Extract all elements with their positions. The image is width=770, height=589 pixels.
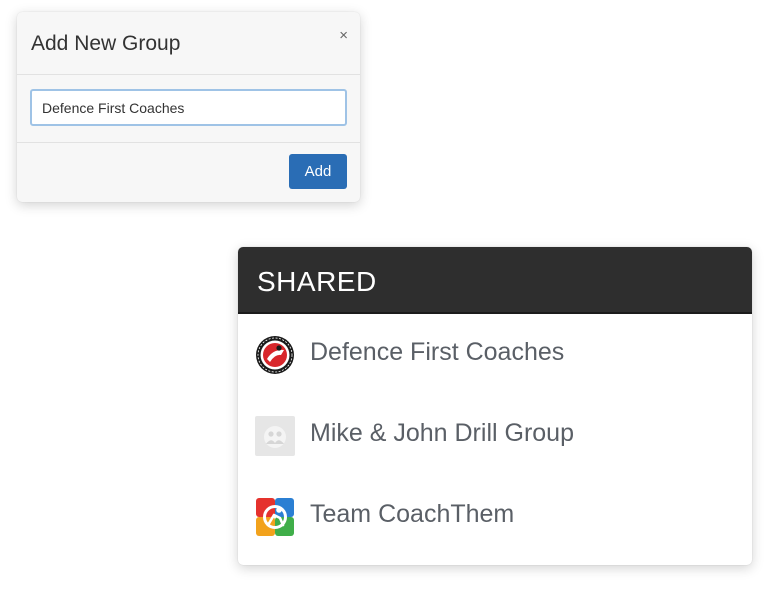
modal-title: Add New Group xyxy=(31,32,181,55)
group-item-mike-john-drill-group[interactable]: Mike & John Drill Group xyxy=(238,395,752,476)
shared-title: SHARED xyxy=(257,266,377,297)
group-item-label: Mike & John Drill Group xyxy=(310,419,574,447)
group-placeholder-icon xyxy=(255,416,295,456)
modal-header: Add New Group × xyxy=(17,12,360,75)
add-button[interactable]: Add xyxy=(289,154,347,189)
group-item-team-coachthem[interactable]: Team CoachThem xyxy=(238,476,752,557)
add-group-modal: Add New Group × Add xyxy=(17,12,360,202)
group-list: Defence First Coaches Mike & John Drill … xyxy=(238,314,752,557)
modal-body xyxy=(17,75,360,143)
close-icon[interactable]: × xyxy=(339,28,348,43)
defence-first-logo-icon xyxy=(255,335,295,375)
group-name-input[interactable] xyxy=(30,89,347,126)
coachthem-logo-icon xyxy=(255,497,295,537)
modal-footer: Add xyxy=(17,143,360,202)
group-item-label: Defence First Coaches xyxy=(310,338,565,366)
group-item-defence-first-coaches[interactable]: Defence First Coaches xyxy=(238,314,752,395)
shared-panel: SHARED Defence First Coaches Mike & John… xyxy=(238,247,752,565)
shared-header: SHARED xyxy=(238,247,752,314)
group-item-label: Team CoachThem xyxy=(310,500,515,528)
